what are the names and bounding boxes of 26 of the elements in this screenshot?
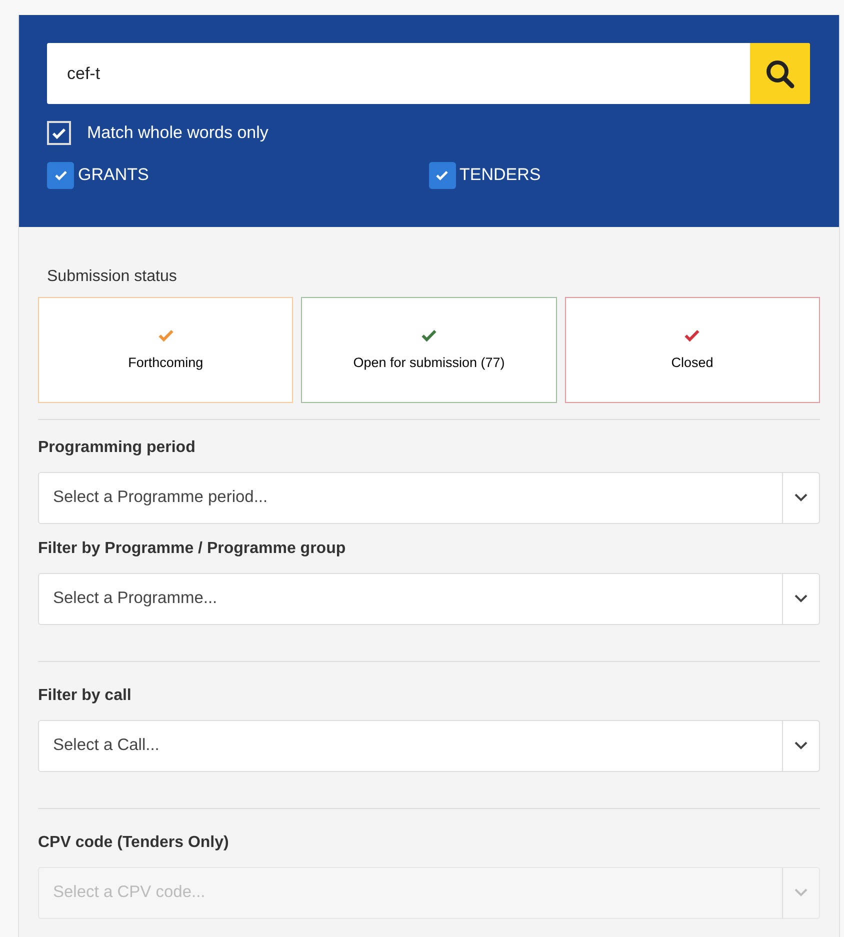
checkbox-label: TENDERS [460, 164, 541, 186]
select-field[interactable]: Select a Call... [38, 720, 820, 772]
checkbox-label: GRANTS [78, 164, 149, 186]
field-label: Programming period [38, 438, 196, 458]
search-icon [765, 58, 795, 88]
status-label: Forthcoming [128, 354, 204, 372]
field-label: CPV code (Tenders Only) [38, 832, 230, 852]
search-button[interactable] [750, 43, 810, 104]
status-option[interactable]: Forthcoming [38, 296, 294, 402]
status-option[interactable]: Open for submission (77) [301, 296, 557, 402]
status-label: Open for submission (77) [353, 354, 505, 372]
chevron-down-icon [794, 741, 808, 750]
checkbox[interactable] [428, 162, 456, 188]
status-label: Closed [671, 354, 714, 372]
section-title: Submission status [47, 266, 178, 286]
field-label: Filter by Programme / Programme group [38, 538, 347, 558]
checkbox[interactable] [47, 162, 74, 188]
chevron-down-icon [794, 888, 808, 897]
status-option[interactable]: Closed [564, 296, 820, 402]
chevron-down-icon [794, 594, 808, 603]
select-field[interactable]: Select a Programme... [38, 572, 820, 624]
chevron-down-icon [794, 493, 808, 502]
select-field[interactable]: Select a Programme period... [38, 472, 820, 524]
checkbox[interactable] [47, 120, 71, 145]
field-label: Filter by call [38, 686, 132, 706]
checkbox-label: Match whole words only [87, 122, 268, 144]
